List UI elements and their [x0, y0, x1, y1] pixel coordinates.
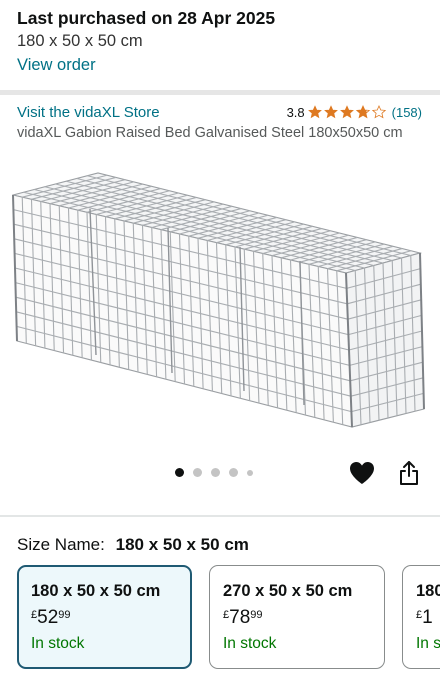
- share-icon[interactable]: [398, 459, 420, 487]
- size-name-row: Size Name: 180 x 50 x 50 cm: [17, 534, 249, 556]
- carousel-dot[interactable]: [175, 468, 184, 477]
- last-purchased-section: Last purchased on 28 Apr 2025 180 x 50 x…: [17, 6, 430, 77]
- product-image[interactable]: [0, 165, 440, 443]
- carousel-dot[interactable]: [193, 468, 202, 477]
- section-divider: [0, 90, 440, 95]
- carousel-dot[interactable]: [229, 468, 238, 477]
- price-fraction: 99: [58, 609, 71, 621]
- price-whole: 78: [229, 607, 251, 628]
- stock-status: In s: [416, 635, 440, 652]
- carousel-dot[interactable]: [247, 469, 253, 476]
- carousel-dot[interactable]: [211, 468, 220, 477]
- price-whole: 1: [422, 607, 433, 628]
- last-purchased-title: Last purchased on 28 Apr 2025: [17, 8, 276, 28]
- size-option-price: £ 78 99: [223, 608, 372, 627]
- image-carousel-dots[interactable]: [175, 468, 262, 477]
- star-rating-icon: [307, 105, 388, 119]
- product-title: vidaXL Gabion Raised Bed Galvanised Stee…: [17, 125, 403, 141]
- size-option-price: £ 1: [416, 608, 433, 627]
- review-count: (158): [391, 104, 422, 120]
- size-option-tile[interactable]: 270 x 50 x 50 cm £ 78 99 In stock: [209, 565, 385, 669]
- size-option-name: 270 x 50 x 50 cm: [223, 582, 353, 600]
- size-option-price: £ 52 99: [31, 608, 179, 627]
- visit-store-link[interactable]: Visit the vidaXL Store: [17, 104, 160, 121]
- size-options: 180 x 50 x 50 cm £ 52 99 In stock 270 x …: [17, 565, 440, 669]
- stock-status: In stock: [31, 635, 85, 652]
- stock-status: In stock: [223, 635, 277, 652]
- size-option-tile[interactable]: 180 £ 1 In s: [402, 565, 440, 669]
- view-order-link[interactable]: View order: [17, 53, 96, 77]
- rating-summary[interactable]: 3.8 (158): [287, 105, 422, 120]
- price-fraction: 99: [250, 609, 263, 621]
- size-option-name: 180: [416, 582, 440, 600]
- size-name-label: Size Name:: [17, 535, 105, 554]
- price-whole: 52: [37, 607, 59, 628]
- purchased-variant: 180 x 50 x 50 cm: [17, 32, 143, 50]
- heart-icon[interactable]: [348, 460, 376, 486]
- rating-value: 3.8: [286, 104, 305, 120]
- size-option-name: 180 x 50 x 50 cm: [31, 582, 161, 600]
- size-option-tile[interactable]: 180 x 50 x 50 cm £ 52 99 In stock: [17, 565, 192, 669]
- section-divider: [0, 515, 440, 517]
- store-row: Visit the vidaXL Store 3.8 (158): [17, 102, 422, 122]
- size-selected-value: 180 x 50 x 50 cm: [115, 535, 249, 554]
